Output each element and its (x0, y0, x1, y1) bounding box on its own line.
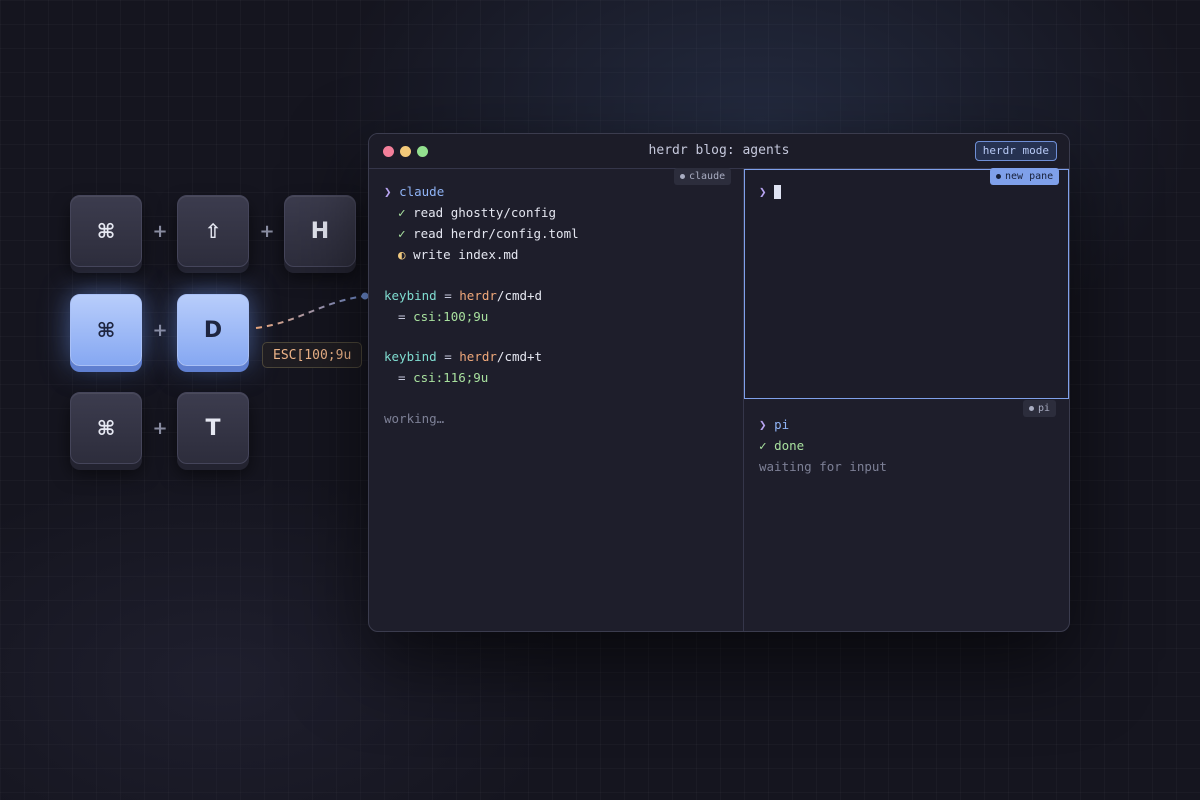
key-t[interactable]: T (177, 392, 249, 464)
plus-sign: + (152, 221, 168, 242)
text-cursor (774, 185, 781, 199)
escape-sequence-label: ESC[100;9u (262, 342, 363, 368)
agent-line: ❯ claude (384, 184, 444, 200)
done-text: done (774, 438, 805, 453)
task-text: read ghostty/config (413, 205, 557, 220)
key-shift[interactable]: ⇧ (177, 195, 249, 267)
status-text: waiting for input (759, 459, 887, 474)
pane-tag-label: claude (689, 171, 726, 182)
keybind-key: keybind (384, 288, 437, 303)
pane-tag-label: new pane (1005, 171, 1054, 182)
status-dot-icon (996, 174, 1001, 179)
window-title: herdr blog: agents (648, 143, 790, 158)
task-text: write index.md (413, 247, 519, 262)
herdr-mode-button[interactable]: herdr mode (974, 141, 1057, 161)
csi-value: csi:100;9u (413, 309, 489, 324)
shift-icon: ⇧ (204, 219, 222, 243)
keybind-key: keybind (384, 349, 437, 364)
prompt-icon: ❯ (384, 184, 392, 199)
plus-sign: + (152, 320, 168, 341)
keybind-line: keybind = herdr/cmd+t (384, 349, 542, 365)
agent-name: claude (399, 184, 445, 199)
pi-pane-tag[interactable]: pi (1023, 400, 1057, 417)
shortcut-keys: ⌘ + ⇧ + H ⌘ + D ⌘ + T (0, 0, 370, 500)
agent-name: pi (774, 417, 790, 432)
check-icon: ✓ (398, 205, 406, 220)
check-icon: ✓ (759, 438, 767, 453)
key-cmd[interactable]: ⌘ (70, 195, 142, 267)
key-label: T (205, 415, 221, 441)
done-line: ✓ done (759, 438, 804, 454)
prompt-line[interactable]: ❯ (759, 184, 767, 200)
status-text: working… (384, 411, 445, 426)
command-icon: ⌘ (96, 416, 116, 440)
keybind-path: /cmd+t (496, 349, 543, 364)
in-progress-icon: ◐ (398, 247, 406, 262)
new-pane-tag[interactable]: new pane (990, 168, 1060, 185)
status-dot-icon (1029, 406, 1034, 411)
command-icon: ⌘ (96, 219, 116, 243)
csi-value: csi:116;9u (413, 370, 489, 385)
pane-tag-label: pi (1038, 403, 1051, 414)
key-h[interactable]: H (284, 195, 356, 267)
csi-line: = csi:116;9u (398, 370, 488, 386)
plus-sign: + (152, 418, 168, 439)
csi-line: = csi:100;9u (398, 309, 488, 325)
check-icon: ✓ (398, 226, 406, 241)
title-bar: herdr blog: agents herdr mode (369, 134, 1069, 169)
task-line: ◐ write index.md (398, 247, 518, 263)
key-d-active[interactable]: D (177, 294, 249, 366)
equals-sign: = (398, 370, 406, 385)
key-cmd[interactable]: ⌘ (70, 392, 142, 464)
key-label: D (203, 317, 223, 343)
prompt-icon: ❯ (759, 184, 767, 199)
equals-sign: = (398, 309, 406, 324)
claude-pane-tag[interactable]: claude (674, 168, 732, 185)
task-line: ✓ read ghostty/config (398, 205, 556, 221)
status-dot-icon (680, 174, 685, 179)
keybind-namespace: herdr (459, 288, 497, 303)
keybind-path: /cmd+d (496, 288, 543, 303)
keybind-namespace: herdr (459, 349, 497, 364)
equals-sign: = (444, 288, 452, 303)
command-icon: ⌘ (96, 318, 116, 342)
agent-line: ❯ pi (759, 417, 789, 433)
plus-sign: + (259, 221, 275, 242)
terminal-window: herdr blog: agents herdr mode claude ❯ c… (368, 133, 1070, 632)
task-line: ✓ read herdr/config.toml (398, 226, 579, 242)
equals-sign: = (444, 349, 452, 364)
key-label: H (310, 218, 330, 244)
key-cmd-active[interactable]: ⌘ (70, 294, 142, 366)
keybind-line: keybind = herdr/cmd+d (384, 288, 542, 304)
task-text: read herdr/config.toml (413, 226, 579, 241)
prompt-icon: ❯ (759, 417, 767, 432)
active-pane[interactable] (744, 169, 1069, 399)
